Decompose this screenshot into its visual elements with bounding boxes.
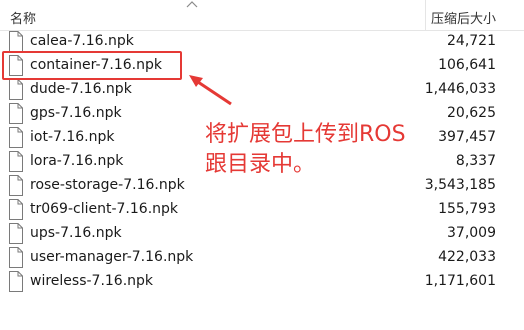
file-row[interactable]: dude-7.16.npk 1,446,033 [0, 78, 524, 102]
file-name: dude-7.16.npk [30, 81, 132, 97]
file-name: gps-7.16.npk [30, 105, 122, 121]
file-name: iot-7.16.npk [30, 129, 115, 145]
file-icon [9, 199, 23, 220]
file-icon [9, 175, 23, 196]
file-size: 106,641 [438, 57, 496, 73]
file-icon [9, 79, 23, 100]
file-name: user-manager-7.16.npk [30, 249, 194, 265]
annotation-text: 将扩展包上传到ROS 跟目录中。 [205, 120, 406, 180]
file-icon [9, 247, 23, 268]
file-size: 37,009 [447, 225, 496, 241]
size-column-header[interactable]: 压缩后大小 [431, 8, 496, 27]
file-size: 1,446,033 [424, 81, 496, 97]
file-size: 397,457 [438, 129, 496, 145]
file-icon [9, 31, 23, 52]
file-name: tr069-client-7.16.npk [30, 201, 179, 217]
file-name: wireless-7.16.npk [30, 273, 154, 289]
file-size: 155,793 [438, 201, 496, 217]
file-size: 422,033 [438, 249, 496, 265]
file-row[interactable]: user-manager-7.16.npk 422,033 [0, 246, 524, 270]
file-size: 20,625 [447, 105, 496, 121]
column-header: 名称 压缩后大小 [0, 0, 524, 31]
file-size: 8,337 [455, 153, 496, 169]
file-name: rose-storage-7.16.npk [30, 177, 185, 193]
file-icon [9, 151, 23, 172]
file-name: ups-7.16.npk [30, 225, 122, 241]
file-name: lora-7.16.npk [30, 153, 124, 169]
sort-up-icon [186, 1, 198, 8]
file-row[interactable]: ups-7.16.npk 37,009 [0, 222, 524, 246]
name-column-header[interactable]: 名称 [10, 8, 36, 27]
file-row[interactable]: tr069-client-7.16.npk 155,793 [0, 198, 524, 222]
file-icon [9, 271, 23, 292]
annotation-line-2: 跟目录中。 [205, 152, 316, 177]
file-icon [9, 103, 23, 124]
annotation-line-1: 将扩展包上传到ROS [205, 122, 406, 147]
file-size: 1,171,601 [424, 273, 496, 289]
highlight-box [2, 51, 182, 80]
file-icon [9, 223, 23, 244]
file-name: calea-7.16.npk [30, 33, 134, 49]
file-row[interactable]: wireless-7.16.npk 1,171,601 [0, 270, 524, 294]
file-size: 3,543,185 [424, 177, 496, 193]
column-divider[interactable] [425, 0, 426, 30]
file-icon [9, 127, 23, 148]
annotation-arrow-icon [189, 75, 232, 106]
file-size: 24,721 [447, 33, 496, 49]
